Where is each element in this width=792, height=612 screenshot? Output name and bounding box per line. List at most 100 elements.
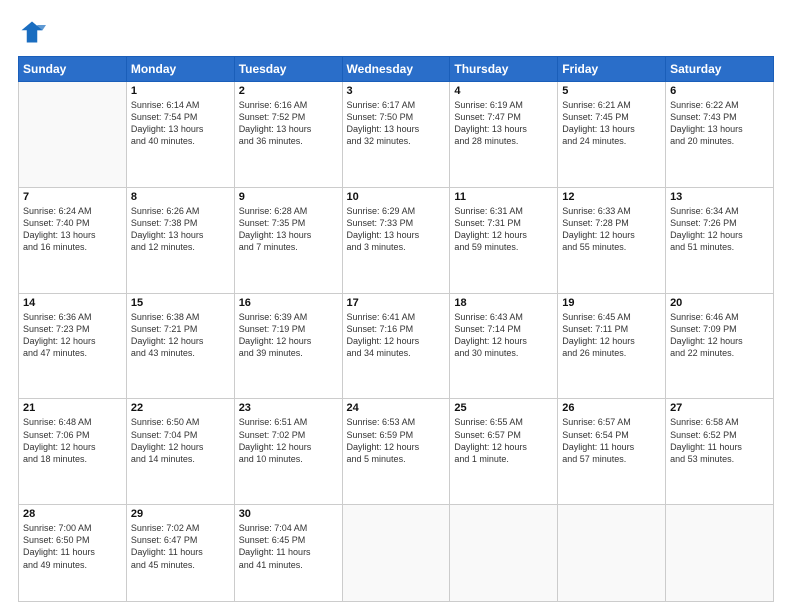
calendar-cell: 5 Sunrise: 6:21 AM Sunset: 7:45 PM Daylig… bbox=[558, 82, 666, 188]
calendar-cell: 10 Sunrise: 6:29 AM Sunset: 7:33 PM Dayli… bbox=[342, 187, 450, 293]
calendar-cell: 4 Sunrise: 6:19 AM Sunset: 7:47 PM Daylig… bbox=[450, 82, 558, 188]
day-number: 9 bbox=[239, 191, 338, 203]
cell-info: Sunrise: 6:55 AM Sunset: 6:57 PM Dayligh… bbox=[454, 416, 553, 465]
cell-info: Sunrise: 6:41 AM Sunset: 7:16 PM Dayligh… bbox=[347, 311, 446, 360]
day-number: 4 bbox=[454, 85, 553, 97]
cell-info: Sunrise: 6:39 AM Sunset: 7:19 PM Dayligh… bbox=[239, 311, 338, 360]
weekday-header-tuesday: Tuesday bbox=[234, 57, 342, 82]
cell-info: Sunrise: 6:38 AM Sunset: 7:21 PM Dayligh… bbox=[131, 311, 230, 360]
day-number: 8 bbox=[131, 191, 230, 203]
day-number: 16 bbox=[239, 297, 338, 309]
page: SundayMondayTuesdayWednesdayThursdayFrid… bbox=[0, 0, 792, 612]
cell-info: Sunrise: 6:48 AM Sunset: 7:06 PM Dayligh… bbox=[23, 416, 122, 465]
day-number: 7 bbox=[23, 191, 122, 203]
calendar-cell: 3Sunrise: 6:17 AM Sunset: 7:50 PM Daylig… bbox=[342, 82, 450, 188]
calendar-cell: 23Sunrise: 6:51 AM Sunset: 7:02 PM Dayli… bbox=[234, 399, 342, 505]
week-row-3: 14 Sunrise: 6:36 AM Sunset: 7:23 PM Dayli… bbox=[19, 293, 774, 399]
calendar-cell: 8 Sunrise: 6:26 AM Sunset: 7:38 PM Daylig… bbox=[126, 187, 234, 293]
calendar-cell: 25Sunrise: 6:55 AM Sunset: 6:57 PM Dayli… bbox=[450, 399, 558, 505]
cell-info: Sunrise: 6:17 AM Sunset: 7:50 PM Dayligh… bbox=[347, 99, 446, 148]
calendar-cell: 9 Sunrise: 6:28 AM Sunset: 7:35 PM Daylig… bbox=[234, 187, 342, 293]
cell-info: Sunrise: 6:16 AM Sunset: 7:52 PM Dayligh… bbox=[239, 99, 338, 148]
day-number: 13 bbox=[670, 191, 769, 203]
day-number: 6 bbox=[670, 85, 769, 97]
weekday-header-monday: Monday bbox=[126, 57, 234, 82]
weekday-header-saturday: Saturday bbox=[666, 57, 774, 82]
week-row-1: 1 Sunrise: 6:14 AM Sunset: 7:54 PM Daylig… bbox=[19, 82, 774, 188]
cell-info: Sunrise: 6:45 AM Sunset: 7:11 PM Dayligh… bbox=[562, 311, 661, 360]
cell-info: Sunrise: 6:57 AM Sunset: 6:54 PM Dayligh… bbox=[562, 416, 661, 465]
cell-info: Sunrise: 6:24 AM Sunset: 7:40 PM Dayligh… bbox=[23, 205, 122, 254]
calendar-cell bbox=[558, 505, 666, 602]
day-number: 11 bbox=[454, 191, 553, 203]
day-number: 2 bbox=[239, 85, 338, 97]
cell-info: Sunrise: 7:04 AM Sunset: 6:45 PM Dayligh… bbox=[239, 522, 338, 571]
calendar-cell bbox=[342, 505, 450, 602]
cell-info: Sunrise: 6:36 AM Sunset: 7:23 PM Dayligh… bbox=[23, 311, 122, 360]
cell-info: Sunrise: 6:58 AM Sunset: 6:52 PM Dayligh… bbox=[670, 416, 769, 465]
calendar-cell: 24 Sunrise: 6:53 AM Sunset: 6:59 PM Dayli… bbox=[342, 399, 450, 505]
calendar-cell: 1 Sunrise: 6:14 AM Sunset: 7:54 PM Daylig… bbox=[126, 82, 234, 188]
logo bbox=[18, 18, 50, 46]
calendar-cell: 16 Sunrise: 6:39 AM Sunset: 7:19 PM Dayli… bbox=[234, 293, 342, 399]
cell-info: Sunrise: 6:14 AM Sunset: 7:54 PM Dayligh… bbox=[131, 99, 230, 148]
calendar-cell: 29Sunrise: 7:02 AM Sunset: 6:47 PM Dayli… bbox=[126, 505, 234, 602]
day-number: 19 bbox=[562, 297, 661, 309]
cell-info: Sunrise: 6:19 AM Sunset: 7:47 PM Dayligh… bbox=[454, 99, 553, 148]
day-number: 29 bbox=[131, 508, 230, 520]
logo-icon bbox=[18, 18, 46, 46]
day-number: 24 bbox=[347, 402, 446, 414]
day-number: 1 bbox=[131, 85, 230, 97]
day-number: 20 bbox=[670, 297, 769, 309]
calendar-cell: 27 Sunrise: 6:58 AM Sunset: 6:52 PM Dayli… bbox=[666, 399, 774, 505]
day-number: 21 bbox=[23, 402, 122, 414]
calendar-table: SundayMondayTuesdayWednesdayThursdayFrid… bbox=[18, 56, 774, 602]
cell-info: Sunrise: 7:00 AM Sunset: 6:50 PM Dayligh… bbox=[23, 522, 122, 571]
day-number: 10 bbox=[347, 191, 446, 203]
day-number: 5 bbox=[562, 85, 661, 97]
day-number: 18 bbox=[454, 297, 553, 309]
cell-info: Sunrise: 6:51 AM Sunset: 7:02 PM Dayligh… bbox=[239, 416, 338, 465]
cell-info: Sunrise: 6:34 AM Sunset: 7:26 PM Dayligh… bbox=[670, 205, 769, 254]
calendar-cell: 12Sunrise: 6:33 AM Sunset: 7:28 PM Dayli… bbox=[558, 187, 666, 293]
calendar-cell: 30 Sunrise: 7:04 AM Sunset: 6:45 PM Dayli… bbox=[234, 505, 342, 602]
day-number: 26 bbox=[562, 402, 661, 414]
week-row-5: 28 Sunrise: 7:00 AM Sunset: 6:50 PM Dayli… bbox=[19, 505, 774, 602]
header bbox=[18, 18, 774, 46]
weekday-header-sunday: Sunday bbox=[19, 57, 127, 82]
cell-info: Sunrise: 6:29 AM Sunset: 7:33 PM Dayligh… bbox=[347, 205, 446, 254]
week-row-2: 7 Sunrise: 6:24 AM Sunset: 7:40 PM Daylig… bbox=[19, 187, 774, 293]
calendar-cell: 18Sunrise: 6:43 AM Sunset: 7:14 PM Dayli… bbox=[450, 293, 558, 399]
cell-info: Sunrise: 6:46 AM Sunset: 7:09 PM Dayligh… bbox=[670, 311, 769, 360]
day-number: 15 bbox=[131, 297, 230, 309]
day-number: 30 bbox=[239, 508, 338, 520]
cell-info: Sunrise: 6:50 AM Sunset: 7:04 PM Dayligh… bbox=[131, 416, 230, 465]
weekday-header-friday: Friday bbox=[558, 57, 666, 82]
cell-info: Sunrise: 6:31 AM Sunset: 7:31 PM Dayligh… bbox=[454, 205, 553, 254]
cell-info: Sunrise: 6:28 AM Sunset: 7:35 PM Dayligh… bbox=[239, 205, 338, 254]
day-number: 27 bbox=[670, 402, 769, 414]
calendar-cell: 7 Sunrise: 6:24 AM Sunset: 7:40 PM Daylig… bbox=[19, 187, 127, 293]
calendar-cell: 21 Sunrise: 6:48 AM Sunset: 7:06 PM Dayli… bbox=[19, 399, 127, 505]
calendar-cell: 14 Sunrise: 6:36 AM Sunset: 7:23 PM Dayli… bbox=[19, 293, 127, 399]
calendar-cell: 20 Sunrise: 6:46 AM Sunset: 7:09 PM Dayli… bbox=[666, 293, 774, 399]
cell-info: Sunrise: 6:22 AM Sunset: 7:43 PM Dayligh… bbox=[670, 99, 769, 148]
cell-info: Sunrise: 6:21 AM Sunset: 7:45 PM Dayligh… bbox=[562, 99, 661, 148]
calendar-cell: 22Sunrise: 6:50 AM Sunset: 7:04 PM Dayli… bbox=[126, 399, 234, 505]
calendar-cell: 19 Sunrise: 6:45 AM Sunset: 7:11 PM Dayli… bbox=[558, 293, 666, 399]
weekday-header-row: SundayMondayTuesdayWednesdayThursdayFrid… bbox=[19, 57, 774, 82]
calendar-cell: 2 Sunrise: 6:16 AM Sunset: 7:52 PM Daylig… bbox=[234, 82, 342, 188]
calendar-cell bbox=[450, 505, 558, 602]
calendar-cell: 13 Sunrise: 6:34 AM Sunset: 7:26 PM Dayli… bbox=[666, 187, 774, 293]
day-number: 28 bbox=[23, 508, 122, 520]
calendar-cell: 17 Sunrise: 6:41 AM Sunset: 7:16 PM Dayli… bbox=[342, 293, 450, 399]
calendar-cell: 26 Sunrise: 6:57 AM Sunset: 6:54 PM Dayli… bbox=[558, 399, 666, 505]
weekday-header-thursday: Thursday bbox=[450, 57, 558, 82]
day-number: 14 bbox=[23, 297, 122, 309]
day-number: 17 bbox=[347, 297, 446, 309]
calendar-cell: 11 Sunrise: 6:31 AM Sunset: 7:31 PM Dayli… bbox=[450, 187, 558, 293]
cell-info: Sunrise: 6:26 AM Sunset: 7:38 PM Dayligh… bbox=[131, 205, 230, 254]
calendar-cell: 28 Sunrise: 7:00 AM Sunset: 6:50 PM Dayli… bbox=[19, 505, 127, 602]
cell-info: Sunrise: 6:53 AM Sunset: 6:59 PM Dayligh… bbox=[347, 416, 446, 465]
calendar-cell: 15 Sunrise: 6:38 AM Sunset: 7:21 PM Dayli… bbox=[126, 293, 234, 399]
